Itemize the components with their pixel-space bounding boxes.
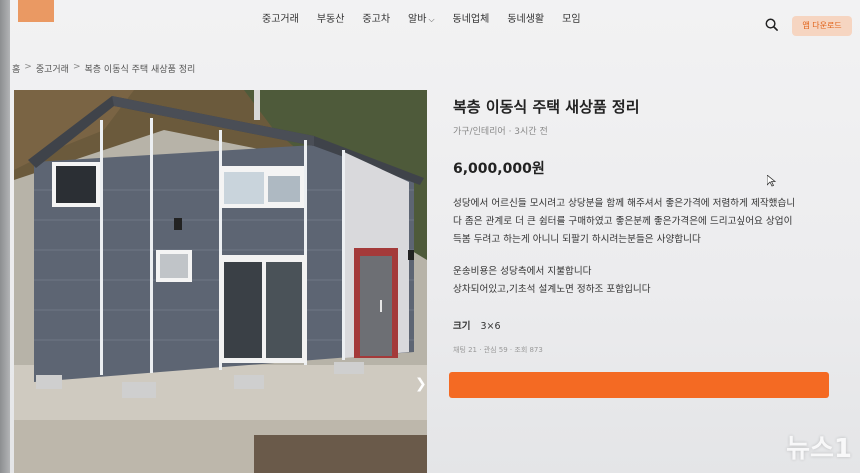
- nav-item-real-estate[interactable]: 부동산: [317, 10, 345, 25]
- nav-item-jobs-label: 알바: [408, 14, 427, 25]
- size-spec: 크기 3×6: [453, 318, 501, 332]
- search-icon[interactable]: [765, 18, 778, 31]
- chat-button[interactable]: [449, 372, 829, 398]
- mouse-cursor-icon: [767, 175, 777, 187]
- nav-item-jobs[interactable]: 알바 ⌵: [408, 10, 434, 25]
- nav-item-used-goods[interactable]: 중고거래: [262, 10, 299, 25]
- shipping-line: 상차되어있고,기초석 설계노면 정하조 포함입니다: [453, 284, 651, 295]
- breadcrumb-home[interactable]: 홈: [12, 62, 20, 75]
- description-line: 성당에서 어르신들 모시려고 상당분을 함께 해주셔서 좋은가격에 저렴하게 제…: [453, 198, 796, 209]
- breadcrumb-category[interactable]: 중고거래: [36, 62, 69, 75]
- breadcrumb-separator-icon: >: [72, 62, 81, 72]
- site-logo[interactable]: [18, 0, 54, 22]
- description-line: 득봄 두려고 하는게 아니니 되팔기 하시려는분들은 사양합니다: [453, 234, 701, 245]
- next-image-chevron-icon[interactable]: ❯: [415, 376, 427, 392]
- size-label: 크기: [453, 321, 471, 332]
- nav-item-local-life[interactable]: 동네생활: [507, 10, 544, 25]
- nav-item-local-business[interactable]: 동네업체: [453, 10, 490, 25]
- listing-price: 6,000,000원: [453, 161, 545, 177]
- listing-title: 복층 이동식 주택 새상품 정리: [453, 98, 640, 116]
- listing-category-time[interactable]: 가구/인테리어 · 3시간 전: [453, 124, 548, 137]
- nav-item-used-cars[interactable]: 중고차: [362, 10, 390, 25]
- nav-item-meetups[interactable]: 모임: [562, 10, 580, 25]
- breadcrumb-separator-icon: >: [24, 62, 32, 72]
- top-nav: 중고거래 부동산 중고차 알바 ⌵ 동네업체 동네생활 모임: [262, 10, 581, 25]
- app-download-button[interactable]: 앱 다운로드: [792, 16, 852, 36]
- tiny-house-image: [14, 90, 427, 473]
- description-line: 다 좀은 관계로 더 큰 쉼터를 구매하였고 좋은분께 좋은가격은에 드리고싶어…: [453, 216, 793, 227]
- breadcrumb: 홈 > 중고거래 > 복층 이동식 주택 새상품 정리: [12, 62, 195, 75]
- listing-description: 성당에서 어르신들 모시려고 상당분을 함께 해주셔서 좋은가격에 저렴하게 제…: [453, 195, 843, 299]
- breadcrumb-current: 복층 이동식 주택 새상품 정리: [84, 65, 196, 75]
- news-watermark: 뉴스1: [786, 434, 852, 464]
- chevron-down-icon: ⌵: [428, 15, 435, 24]
- listing-stats: 채팅 21 · 관심 59 · 조회 873: [453, 346, 543, 354]
- product-photo[interactable]: ❯: [14, 90, 427, 473]
- size-value: 3×6: [480, 321, 501, 332]
- shipping-line: 운송비용은 성당측에서 지불합니다: [453, 266, 592, 277]
